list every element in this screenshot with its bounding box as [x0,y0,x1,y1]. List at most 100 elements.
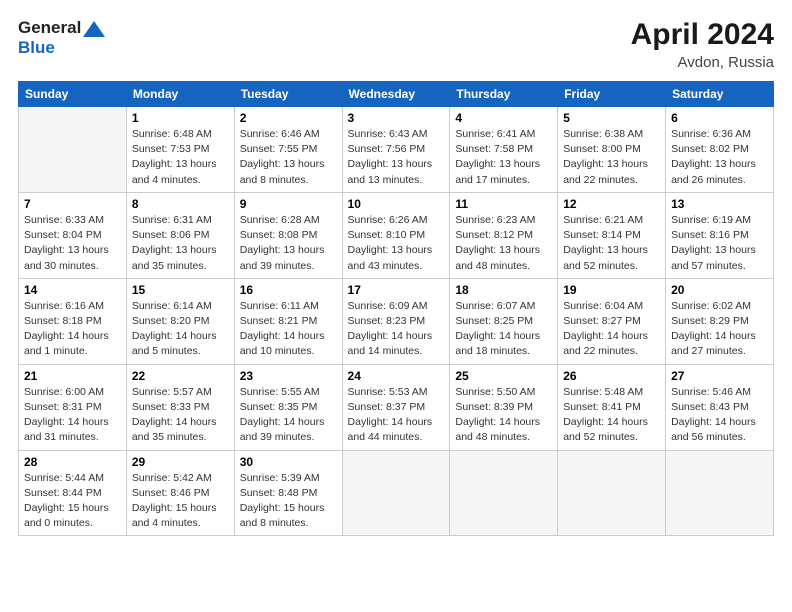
day-info: Sunrise: 5:39 AMSunset: 8:48 PMDaylight:… [240,471,337,532]
calendar-cell [342,450,450,536]
day-number: 22 [132,369,229,383]
day-number: 30 [240,455,337,469]
calendar-cell: 21 Sunrise: 6:00 AMSunset: 8:31 PMDayligh… [19,364,127,450]
day-info: Sunrise: 6:43 AMSunset: 7:56 PMDaylight:… [348,127,445,188]
day-info: Sunrise: 6:16 AMSunset: 8:18 PMDaylight:… [24,299,121,360]
calendar-cell: 4 Sunrise: 6:41 AMSunset: 7:58 PMDaylight… [450,107,558,193]
day-info: Sunrise: 6:33 AMSunset: 8:04 PMDaylight:… [24,213,121,274]
weekday-header-monday: Monday [126,82,234,107]
calendar-cell: 28 Sunrise: 5:44 AMSunset: 8:44 PMDayligh… [19,450,127,536]
day-info: Sunrise: 5:42 AMSunset: 8:46 PMDaylight:… [132,471,229,532]
day-info: Sunrise: 6:48 AMSunset: 7:53 PMDaylight:… [132,127,229,188]
day-number: 19 [563,283,660,297]
logo-text: General [18,18,105,38]
day-info: Sunrise: 6:07 AMSunset: 8:25 PMDaylight:… [455,299,552,360]
day-number: 14 [24,283,121,297]
calendar-cell: 5 Sunrise: 6:38 AMSunset: 8:00 PMDaylight… [558,107,666,193]
calendar-cell: 16 Sunrise: 6:11 AMSunset: 8:21 PMDayligh… [234,278,342,364]
page: General Blue April 2024 Avdon, Russia Su… [0,0,792,612]
calendar-week-2: 7 Sunrise: 6:33 AMSunset: 8:04 PMDaylight… [19,192,774,278]
logo-blue: Blue [18,38,105,58]
day-info: Sunrise: 6:26 AMSunset: 8:10 PMDaylight:… [348,213,445,274]
day-info: Sunrise: 6:41 AMSunset: 7:58 PMDaylight:… [455,127,552,188]
calendar-cell: 11Sunrise: 6:23 AMSunset: 8:12 PMDayligh… [450,192,558,278]
calendar-cell: 1 Sunrise: 6:48 AMSunset: 7:53 PMDaylight… [126,107,234,193]
weekday-header-friday: Friday [558,82,666,107]
calendar-cell: 26 Sunrise: 5:48 AMSunset: 8:41 PMDayligh… [558,364,666,450]
logo-icon [83,21,105,37]
calendar-cell: 30 Sunrise: 5:39 AMSunset: 8:48 PMDayligh… [234,450,342,536]
day-number: 4 [455,111,552,125]
calendar-cell: 25Sunrise: 5:50 AMSunset: 8:39 PMDayligh… [450,364,558,450]
day-number: 16 [240,283,337,297]
day-info: Sunrise: 5:55 AMSunset: 8:35 PMDaylight:… [240,385,337,446]
day-info: Sunrise: 6:02 AMSunset: 8:29 PMDaylight:… [671,299,768,360]
title-block: April 2024 Avdon, Russia [631,18,774,71]
day-number: 20 [671,283,768,297]
calendar-cell: 22 Sunrise: 5:57 AMSunset: 8:33 PMDayligh… [126,364,234,450]
day-number: 10 [348,197,445,211]
calendar-table: SundayMondayTuesdayWednesdayThursdayFrid… [18,81,774,536]
day-number: 17 [348,283,445,297]
title-month: April 2024 [631,18,774,52]
day-number: 28 [24,455,121,469]
day-info: Sunrise: 6:00 AMSunset: 8:31 PMDaylight:… [24,385,121,446]
day-info: Sunrise: 5:53 AMSunset: 8:37 PMDaylight:… [348,385,445,446]
calendar-cell: 9 Sunrise: 6:28 AMSunset: 8:08 PMDaylight… [234,192,342,278]
weekday-header-thursday: Thursday [450,82,558,107]
calendar-week-3: 14 Sunrise: 6:16 AMSunset: 8:18 PMDayligh… [19,278,774,364]
calendar-cell: 8Sunrise: 6:31 AMSunset: 8:06 PMDaylight… [126,192,234,278]
day-number: 7 [24,197,121,211]
day-number: 5 [563,111,660,125]
day-info: Sunrise: 6:28 AMSunset: 8:08 PMDaylight:… [240,213,337,274]
day-number: 13 [671,197,768,211]
day-info: Sunrise: 6:36 AMSunset: 8:02 PMDaylight:… [671,127,768,188]
day-number: 11 [455,197,552,211]
day-info: Sunrise: 5:48 AMSunset: 8:41 PMDaylight:… [563,385,660,446]
day-number: 25 [455,369,552,383]
day-number: 1 [132,111,229,125]
calendar-cell: 18 Sunrise: 6:07 AMSunset: 8:25 PMDayligh… [450,278,558,364]
calendar-cell: 24 Sunrise: 5:53 AMSunset: 8:37 PMDayligh… [342,364,450,450]
day-number: 21 [24,369,121,383]
day-number: 18 [455,283,552,297]
day-number: 26 [563,369,660,383]
day-number: 12 [563,197,660,211]
day-info: Sunrise: 6:21 AMSunset: 8:14 PMDaylight:… [563,213,660,274]
day-info: Sunrise: 5:44 AMSunset: 8:44 PMDaylight:… [24,471,121,532]
day-info: Sunrise: 5:46 AMSunset: 8:43 PMDaylight:… [671,385,768,446]
day-number: 8 [132,197,229,211]
calendar-cell: 7 Sunrise: 6:33 AMSunset: 8:04 PMDaylight… [19,192,127,278]
day-info: Sunrise: 6:11 AMSunset: 8:21 PMDaylight:… [240,299,337,360]
calendar-cell: 19 Sunrise: 6:04 AMSunset: 8:27 PMDayligh… [558,278,666,364]
weekday-header-wednesday: Wednesday [342,82,450,107]
calendar-cell [666,450,774,536]
day-number: 6 [671,111,768,125]
calendar-cell [558,450,666,536]
calendar-week-1: 1 Sunrise: 6:48 AMSunset: 7:53 PMDaylight… [19,107,774,193]
day-info: Sunrise: 6:46 AMSunset: 7:55 PMDaylight:… [240,127,337,188]
calendar-cell: 27Sunrise: 5:46 AMSunset: 8:43 PMDayligh… [666,364,774,450]
calendar-cell: 13Sunrise: 6:19 AMSunset: 8:16 PMDayligh… [666,192,774,278]
day-number: 29 [132,455,229,469]
day-info: Sunrise: 6:38 AMSunset: 8:00 PMDaylight:… [563,127,660,188]
header: General Blue April 2024 Avdon, Russia [18,18,774,71]
calendar-cell: 14 Sunrise: 6:16 AMSunset: 8:18 PMDayligh… [19,278,127,364]
calendar-cell: 17Sunrise: 6:09 AMSunset: 8:23 PMDayligh… [342,278,450,364]
calendar-cell [19,107,127,193]
title-location: Avdon, Russia [631,54,774,71]
calendar-cell: 10 Sunrise: 6:26 AMSunset: 8:10 PMDayligh… [342,192,450,278]
day-info: Sunrise: 6:04 AMSunset: 8:27 PMDaylight:… [563,299,660,360]
day-info: Sunrise: 5:57 AMSunset: 8:33 PMDaylight:… [132,385,229,446]
logo: General Blue [18,18,105,57]
day-number: 9 [240,197,337,211]
weekday-header-tuesday: Tuesday [234,82,342,107]
day-number: 2 [240,111,337,125]
calendar-cell: 20 Sunrise: 6:02 AMSunset: 8:29 PMDayligh… [666,278,774,364]
calendar-cell: 12 Sunrise: 6:21 AMSunset: 8:14 PMDayligh… [558,192,666,278]
calendar-cell: 29 Sunrise: 5:42 AMSunset: 8:46 PMDayligh… [126,450,234,536]
day-number: 24 [348,369,445,383]
calendar-cell: 23Sunrise: 5:55 AMSunset: 8:35 PMDayligh… [234,364,342,450]
calendar-cell [450,450,558,536]
calendar-cell: 2 Sunrise: 6:46 AMSunset: 7:55 PMDaylight… [234,107,342,193]
